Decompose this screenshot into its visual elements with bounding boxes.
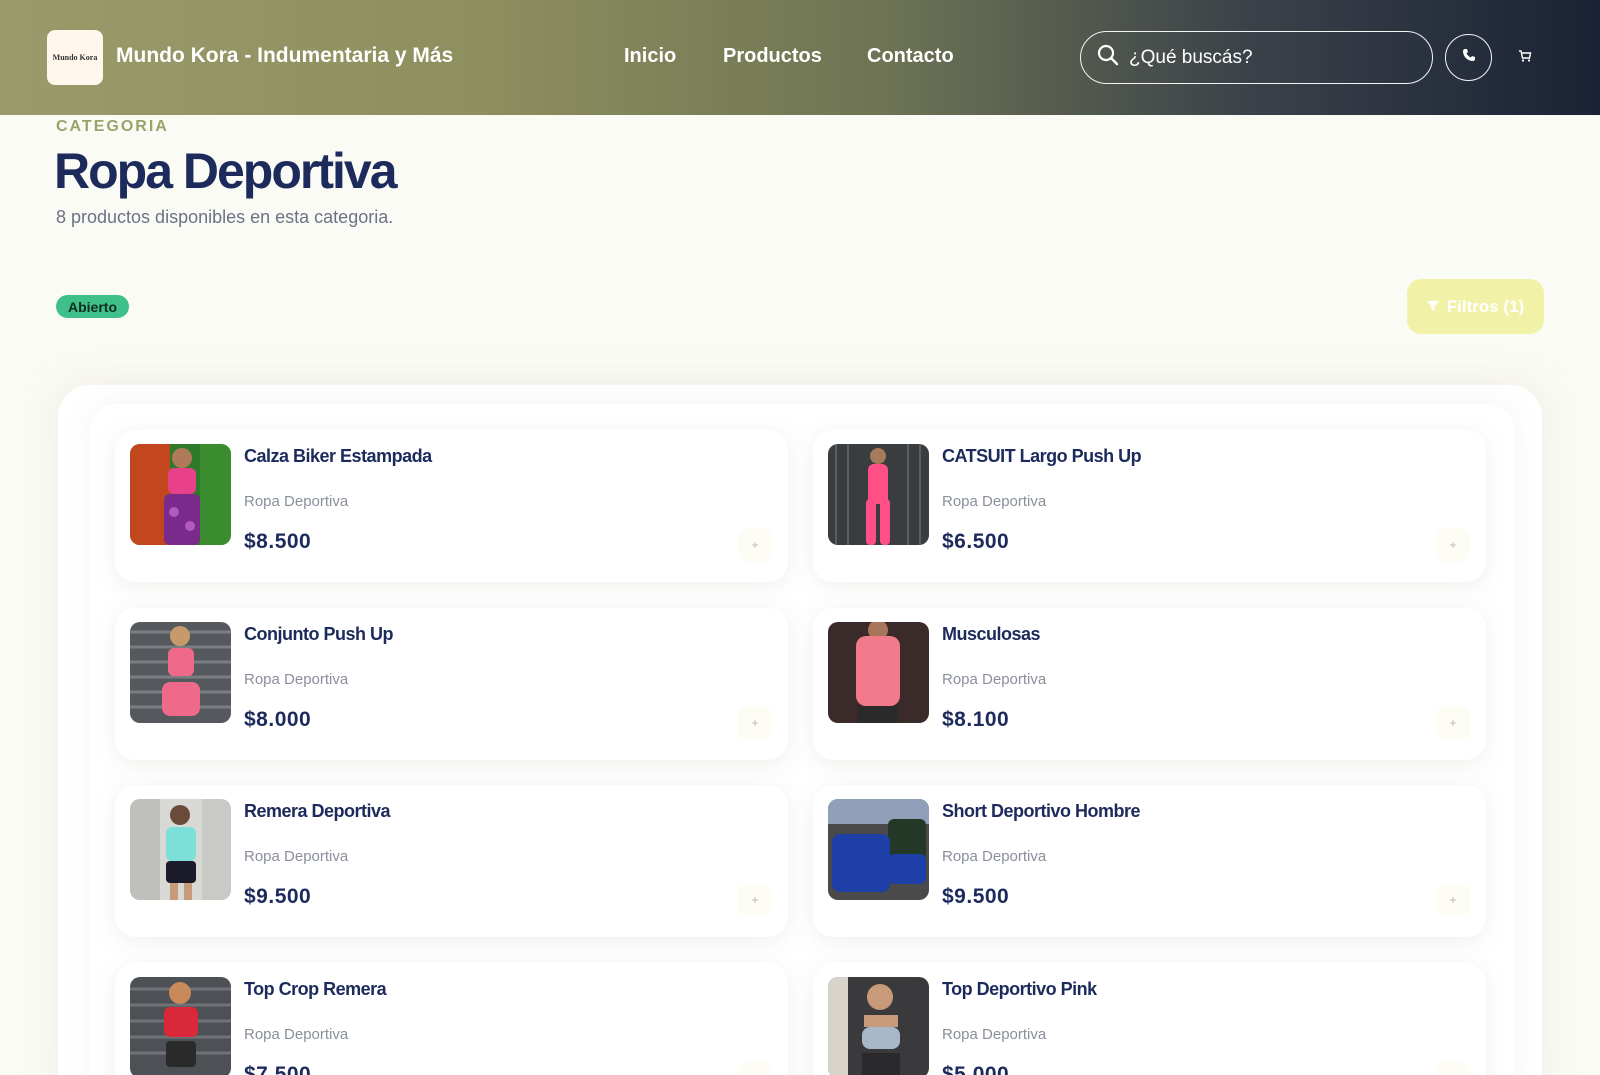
add-to-cart-button[interactable]: +	[738, 528, 772, 562]
product-card[interactable]: Remera Deportiva Ropa Deportiva $9.500 +	[115, 785, 788, 937]
product-price: $6.500	[942, 530, 1010, 553]
add-to-cart-button[interactable]: +	[738, 883, 772, 917]
product-price: $7.500	[244, 1063, 312, 1075]
product-category: Ropa Deportiva	[244, 493, 349, 510]
product-image[interactable]	[828, 799, 929, 900]
logo-text: Mundo Kora	[52, 53, 98, 62]
plus-icon: +	[751, 538, 759, 552]
cart-button[interactable]	[1515, 48, 1535, 68]
product-price: $9.500	[942, 885, 1010, 908]
plus-icon: +	[751, 716, 759, 730]
product-card[interactable]: Calza Biker Estampada Ropa Deportiva $8.…	[115, 430, 788, 582]
product-name[interactable]: Calza Biker Estampada	[244, 446, 432, 467]
product-name[interactable]: CATSUIT Largo Push Up	[942, 446, 1142, 467]
add-to-cart-button[interactable]: +	[1436, 706, 1470, 740]
nav-contacto[interactable]: Contacto	[867, 45, 954, 68]
add-to-cart-button[interactable]: +	[738, 1061, 772, 1075]
cart-icon	[1518, 49, 1532, 68]
nav-productos[interactable]: Productos	[723, 45, 822, 68]
product-price: $9.500	[244, 885, 312, 908]
filter-icon	[1426, 297, 1439, 317]
brand-name[interactable]: Mundo Kora - Indumentaria y Más	[116, 44, 453, 68]
product-image[interactable]	[130, 977, 231, 1075]
filters-button[interactable]: Filtros (1)	[1407, 279, 1544, 334]
logo[interactable]: Mundo Kora	[47, 30, 103, 85]
product-category: Ropa Deportiva	[244, 671, 349, 688]
product-card[interactable]: Top Crop Remera Ropa Deportiva $7.500 +	[115, 963, 788, 1075]
plus-icon: +	[751, 1071, 758, 1075]
plus-icon: +	[1449, 1071, 1456, 1075]
nav-inicio[interactable]: Inicio	[624, 45, 676, 68]
plus-icon: +	[751, 893, 759, 907]
product-image[interactable]	[130, 799, 231, 900]
product-category: Ropa Deportiva	[942, 848, 1047, 865]
plus-icon: +	[1449, 716, 1457, 730]
filters-label: Filtros (1)	[1446, 296, 1525, 316]
status-badge: Abierto	[56, 295, 129, 318]
page-subtitle: 8 productos disponibles en esta categori…	[56, 207, 394, 227]
product-price: $5.000	[942, 1063, 1010, 1075]
product-card[interactable]: CATSUIT Largo Push Up Ropa Deportiva $6.…	[813, 430, 1486, 582]
add-to-cart-button[interactable]: +	[1436, 883, 1470, 917]
category-label: CATEGORIA	[56, 118, 169, 135]
plus-icon: +	[1449, 538, 1457, 552]
product-image[interactable]	[828, 622, 929, 723]
product-name[interactable]: Remera Deportiva	[244, 801, 391, 822]
search-box[interactable]	[1080, 31, 1433, 84]
product-name[interactable]: Musculosas	[942, 624, 1041, 645]
add-to-cart-button[interactable]: +	[1436, 1061, 1470, 1075]
product-price: $8.100	[942, 708, 1010, 731]
product-name[interactable]: Top Crop Remera	[244, 979, 387, 1000]
site-header: Mundo Kora Mundo Kora - Indumentaria y M…	[0, 0, 1600, 115]
product-category: Ropa Deportiva	[942, 493, 1047, 510]
product-card[interactable]: Short Deportivo Hombre Ropa Deportiva $9…	[813, 785, 1486, 937]
add-to-cart-button[interactable]: +	[1436, 528, 1470, 562]
product-category: Ropa Deportiva	[244, 1026, 349, 1043]
page-title: Ropa Deportiva	[54, 143, 398, 199]
plus-icon: +	[1449, 893, 1457, 907]
product-image[interactable]	[130, 622, 231, 723]
product-name[interactable]: Top Deportivo Pink	[942, 979, 1097, 1000]
product-price: $8.000	[244, 708, 312, 731]
product-name[interactable]: Conjunto Push Up	[244, 624, 393, 645]
product-category: Ropa Deportiva	[942, 1026, 1047, 1043]
product-name[interactable]: Short Deportivo Hombre	[942, 801, 1141, 822]
product-image[interactable]	[828, 977, 929, 1075]
product-category: Ropa Deportiva	[244, 848, 349, 865]
product-category: Ropa Deportiva	[942, 671, 1047, 688]
search-input[interactable]	[1129, 46, 1399, 69]
search-icon	[1097, 44, 1119, 71]
product-card[interactable]: Musculosas Ropa Deportiva $8.100 +	[813, 608, 1486, 760]
product-card[interactable]: Conjunto Push Up Ropa Deportiva $8.000 +	[115, 608, 788, 760]
add-to-cart-button[interactable]: +	[738, 706, 772, 740]
product-price: $8.500	[244, 530, 312, 553]
product-image[interactable]	[130, 444, 231, 545]
phone-icon	[1462, 48, 1476, 67]
product-card[interactable]: Top Deportivo Pink Ropa Deportiva $5.000…	[813, 963, 1486, 1075]
phone-button[interactable]	[1445, 34, 1492, 81]
product-image[interactable]	[828, 444, 929, 545]
